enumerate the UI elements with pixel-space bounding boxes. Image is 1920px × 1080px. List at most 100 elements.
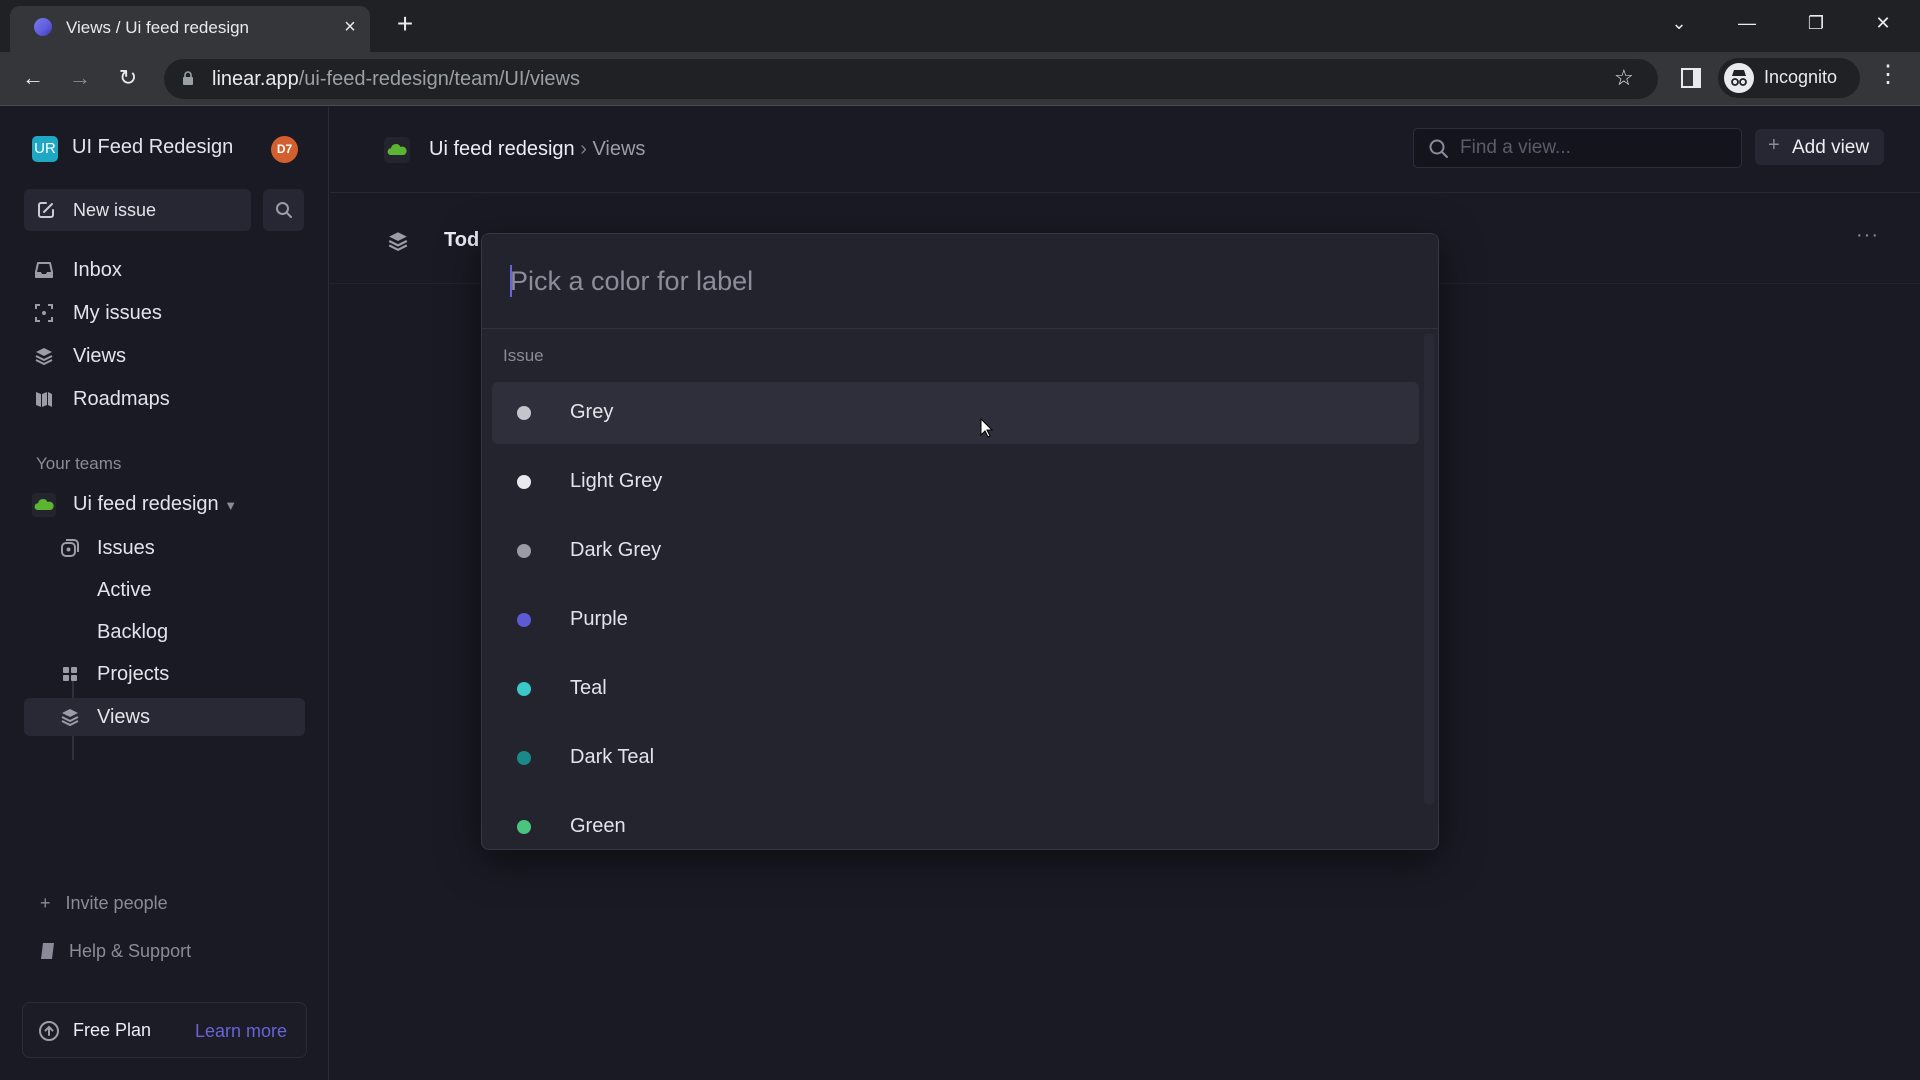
help-support-link[interactable]: Help & Support bbox=[40, 941, 191, 962]
projects-icon bbox=[63, 667, 77, 681]
workspace-logo[interactable]: UR bbox=[32, 136, 58, 162]
color-option-label: Purple bbox=[570, 608, 628, 630]
find-view-search[interactable] bbox=[1413, 128, 1742, 168]
tab-title: Views / Ui feed redesign bbox=[66, 18, 250, 37]
color-option-label: Grey bbox=[570, 401, 614, 423]
my-issues-icon bbox=[35, 304, 53, 322]
color-swatch-icon bbox=[517, 613, 531, 627]
color-option-label: Dark Teal bbox=[570, 746, 655, 768]
address-bar[interactable]: linear.app/ui-feed-redesign/team/UI/view… bbox=[164, 59, 1658, 99]
team-ui-feed-redesign[interactable]: Ui feed redesign ▼ bbox=[24, 485, 305, 523]
sidebar-item-label: Inbox bbox=[73, 259, 122, 281]
bookmark-star-icon[interactable]: ☆ bbox=[1614, 65, 1634, 91]
upgrade-arrow-icon bbox=[39, 1021, 59, 1041]
color-option[interactable]: Green bbox=[492, 796, 1419, 849]
sidebar-item-roadmaps[interactable]: Roadmaps bbox=[24, 380, 305, 418]
breadcrumb-team[interactable]: Ui feed redesign bbox=[429, 138, 575, 160]
views-icon bbox=[61, 709, 79, 727]
window-close-icon[interactable]: ✕ bbox=[1860, 8, 1906, 38]
find-view-input[interactable] bbox=[1460, 137, 1730, 159]
sidebar-item-issues[interactable]: Issues bbox=[24, 529, 305, 567]
sidebar-item-active[interactable]: Active bbox=[24, 571, 305, 609]
color-option[interactable]: Purple bbox=[492, 589, 1419, 651]
incognito-profile-button[interactable]: Incognito bbox=[1718, 58, 1860, 98]
invite-people-link[interactable]: + Invite people bbox=[40, 893, 168, 914]
workspace-name[interactable]: UI Feed Redesign bbox=[72, 136, 233, 159]
browser-toolbar: ← → ↻ linear.app/ui-feed-redesign/team/U… bbox=[0, 52, 1920, 106]
sidebar-item-label: Issues bbox=[97, 537, 155, 559]
url-path: /ui-feed-redesign/team/UI/views bbox=[298, 68, 580, 90]
sidebar-item-inbox[interactable]: Inbox bbox=[24, 251, 305, 289]
color-swatch-icon bbox=[517, 475, 531, 489]
color-search-field[interactable] bbox=[482, 234, 1438, 329]
new-issue-button[interactable]: New issue bbox=[24, 189, 251, 231]
sidebar-item-my-issues[interactable]: My issues bbox=[24, 294, 305, 332]
sidebar-item-label: Views bbox=[73, 345, 126, 367]
url-text[interactable]: linear.app/ui-feed-redesign/team/UI/view… bbox=[212, 68, 580, 91]
more-options-icon[interactable]: ··· bbox=[1856, 224, 1879, 247]
back-arrow-icon[interactable]: ← bbox=[16, 61, 50, 95]
roadmaps-icon bbox=[36, 392, 52, 407]
color-picker-dialog: Issue Grey Light Grey Dark Grey Purple Teal D… bbox=[481, 233, 1439, 850]
view-name: Tod bbox=[444, 229, 480, 251]
search-icon bbox=[276, 202, 292, 218]
mouse-cursor-icon bbox=[980, 418, 994, 438]
url-host: linear.app bbox=[212, 68, 299, 90]
learn-more-link[interactable]: Learn more bbox=[195, 1021, 287, 1042]
sidebar-item-projects[interactable]: Projects bbox=[24, 655, 305, 693]
views-icon bbox=[35, 348, 53, 366]
color-swatch-icon bbox=[517, 682, 531, 696]
sidebar-item-label: Active bbox=[97, 579, 152, 601]
color-option[interactable]: Grey bbox=[492, 382, 1419, 444]
color-option[interactable]: Teal bbox=[492, 658, 1419, 720]
views-icon bbox=[388, 232, 408, 252]
color-option-label: Teal bbox=[570, 677, 607, 699]
linear-favicon-icon bbox=[34, 18, 52, 36]
browser-menu-icon[interactable]: ⋮ bbox=[1876, 60, 1900, 89]
add-view-label: Add view bbox=[1792, 137, 1870, 158]
sidebar-item-team-views[interactable]: Views bbox=[24, 698, 305, 736]
breadcrumb-separator: › bbox=[574, 138, 593, 160]
browser-tab-strip: Views / Ui feed redesign × + ⌄ — ❐ ✕ bbox=[0, 0, 1920, 52]
color-swatch-icon bbox=[517, 406, 531, 420]
new-issue-label: New issue bbox=[73, 200, 157, 220]
reload-icon[interactable]: ↻ bbox=[111, 61, 145, 95]
breadcrumb: Ui feed redesign › Views bbox=[429, 138, 645, 161]
color-swatch-icon bbox=[517, 544, 531, 558]
sidebar-search-button[interactable] bbox=[263, 189, 304, 231]
color-search-input[interactable] bbox=[510, 261, 1390, 301]
scrollbar[interactable] bbox=[1424, 334, 1434, 804]
plus-icon: + bbox=[1768, 134, 1780, 156]
color-option-label: Light Grey bbox=[570, 470, 663, 492]
tab-search-icon[interactable]: ⌄ bbox=[1656, 8, 1702, 38]
inbox-icon bbox=[35, 262, 53, 278]
your-teams-heading: Your teams bbox=[36, 454, 122, 473]
tab-close-icon[interactable]: × bbox=[338, 15, 362, 39]
book-icon bbox=[41, 943, 54, 959]
browser-tab[interactable]: Views / Ui feed redesign × bbox=[10, 6, 370, 52]
color-option[interactable]: Dark Grey bbox=[492, 520, 1419, 582]
minimize-icon[interactable]: — bbox=[1724, 8, 1770, 38]
restore-icon[interactable]: ❐ bbox=[1793, 8, 1839, 38]
add-view-button[interactable]: + Add view bbox=[1755, 129, 1884, 165]
color-swatch-icon bbox=[517, 751, 531, 765]
caret-down-icon[interactable]: ▼ bbox=[224, 498, 237, 513]
sidebar-item-label: Views bbox=[97, 706, 150, 728]
free-plan-label: Free Plan bbox=[73, 1020, 152, 1040]
invite-people-label: Invite people bbox=[65, 893, 168, 913]
new-tab-button[interactable]: + bbox=[390, 10, 420, 40]
color-option[interactable]: Dark Teal bbox=[492, 727, 1419, 789]
plus-icon: + bbox=[40, 893, 51, 913]
sidebar-item-views[interactable]: Views bbox=[24, 337, 305, 375]
team-cloud-icon bbox=[32, 493, 56, 517]
breadcrumb-page: Views bbox=[592, 138, 646, 160]
team-name-text: Ui feed redesign bbox=[73, 493, 219, 515]
page-header: Ui feed redesign › Views + Add view bbox=[330, 107, 1920, 193]
color-option[interactable]: Light Grey bbox=[492, 451, 1419, 513]
sidebar-item-label: Backlog bbox=[97, 621, 169, 643]
user-avatar[interactable]: D7 bbox=[271, 136, 298, 163]
side-panel-icon[interactable] bbox=[1681, 68, 1701, 88]
sidebar-item-backlog[interactable]: Backlog bbox=[24, 613, 305, 651]
lock-icon bbox=[183, 71, 193, 85]
forward-arrow-icon[interactable]: → bbox=[63, 61, 97, 95]
